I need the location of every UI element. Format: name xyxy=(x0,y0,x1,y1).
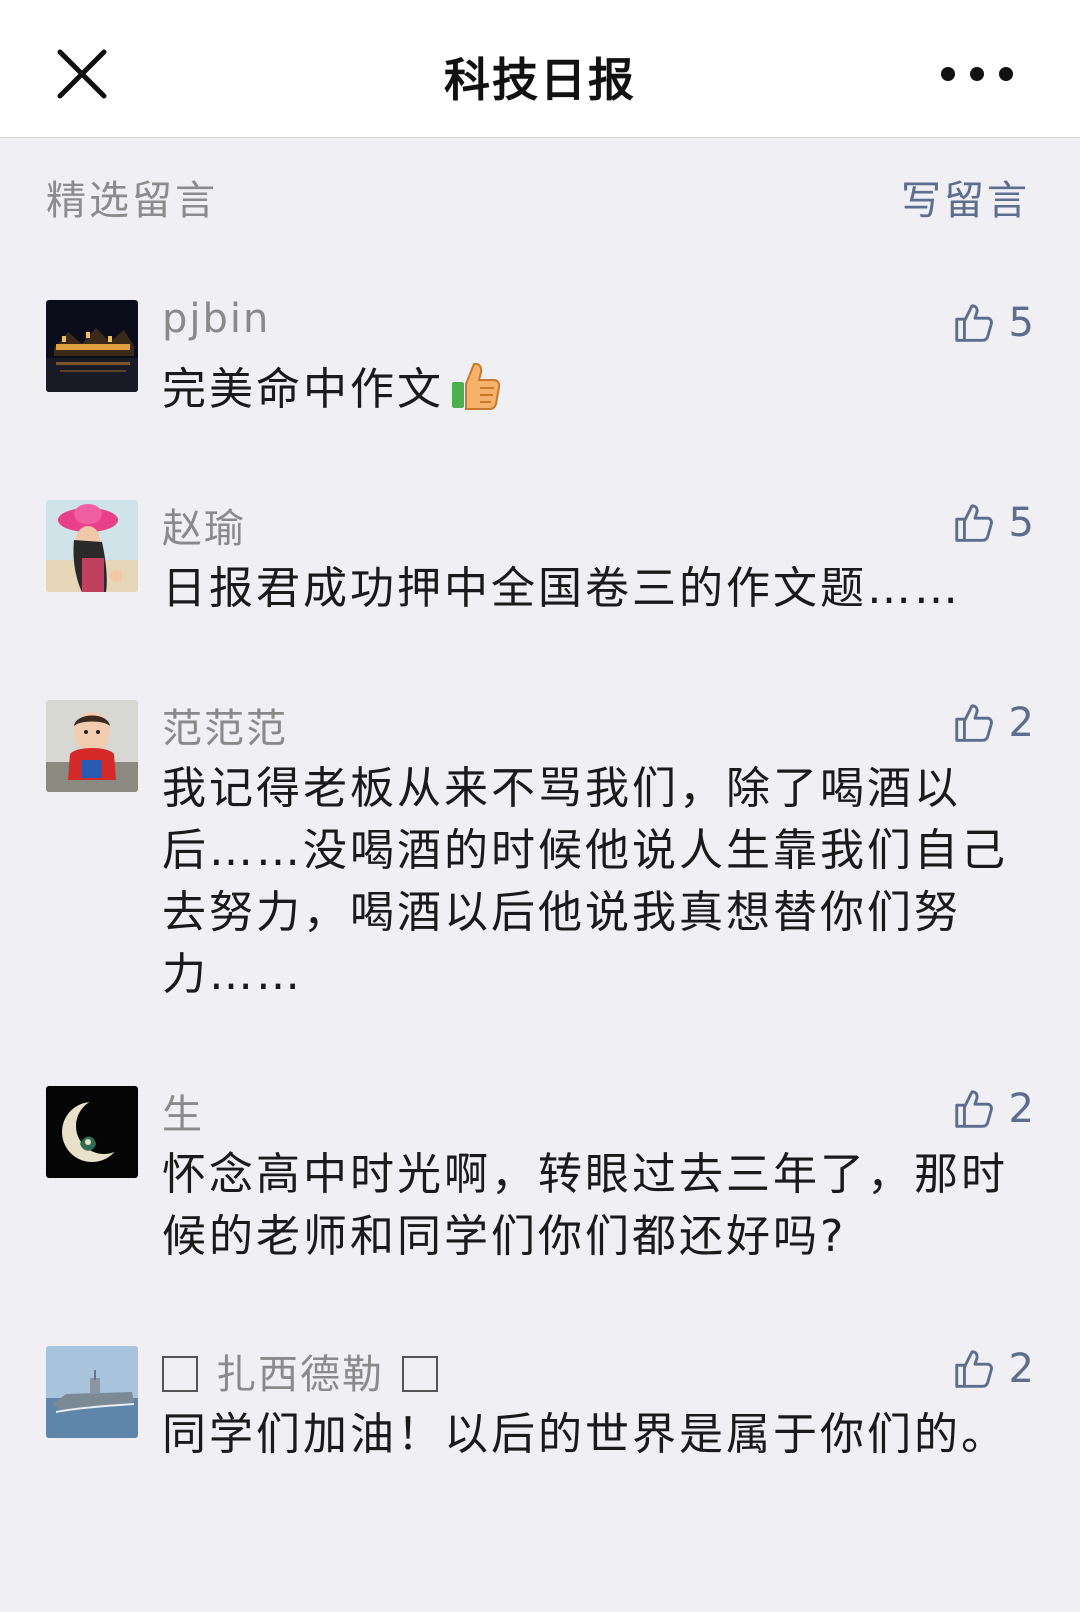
comment-content: 怀念高中时光啊，转眼过去三年了，那时候的老师和同学们你们都还好吗? xyxy=(162,1149,1008,1262)
like-button[interactable]: 2 xyxy=(951,1084,1034,1134)
thumbs-up-icon xyxy=(954,504,993,542)
comment-content: 同学们加油！以后的世界是属于你们的。 xyxy=(162,1409,1008,1460)
comment-nickname[interactable]: 赵瑜 xyxy=(162,496,246,554)
avatar[interactable] xyxy=(46,1086,138,1178)
navbar: 科技日报 xyxy=(0,0,1080,138)
missing-glyph-box xyxy=(162,1356,198,1392)
like-count: 5 xyxy=(1008,500,1034,546)
missing-glyph-box xyxy=(402,1356,438,1392)
comment-content: 我记得老板从来不骂我们，除了喝酒以后……没喝酒的时候他说人生靠我们自己去努力，喝… xyxy=(162,763,1008,1000)
like-count: 2 xyxy=(1008,1346,1034,1392)
thumbs-up-icon xyxy=(954,704,993,742)
like-count: 2 xyxy=(1008,1086,1034,1132)
comment-nickname[interactable]: 范范范 xyxy=(162,696,288,754)
thumbs-up-icon xyxy=(954,1090,993,1128)
nickname-text: 扎西德勒 xyxy=(216,1352,384,1398)
comment-nickname[interactable]: pjbin xyxy=(162,296,270,342)
section-title: 精选留言 xyxy=(46,178,218,224)
like-count: 5 xyxy=(1008,300,1034,346)
like-button[interactable]: 2 xyxy=(951,1344,1034,1394)
comment-text: 完美命中作文 xyxy=(162,364,444,415)
thumbs-up-emoji xyxy=(448,358,504,431)
like-button[interactable]: 5 xyxy=(951,498,1034,548)
page-title: 科技日报 xyxy=(444,53,636,107)
comment-nickname[interactable]: 生 xyxy=(162,1082,204,1140)
section-header: 精选留言 写留言 xyxy=(0,160,1080,224)
avatar[interactable] xyxy=(46,1346,138,1438)
like-button[interactable]: 2 xyxy=(951,698,1034,748)
avatar[interactable] xyxy=(46,700,138,792)
like-count: 2 xyxy=(1008,700,1034,746)
comment-content: 日报君成功押中全国卷三的作文题…… xyxy=(162,563,961,614)
comment-content: 完美命中作文 xyxy=(162,358,1022,431)
comment-nickname[interactable]: 扎西德勒 xyxy=(162,1342,438,1400)
avatar[interactable] xyxy=(46,300,138,392)
avatar[interactable] xyxy=(46,500,138,592)
more-dots-icon[interactable] xyxy=(932,58,1032,90)
thumbs-up-icon xyxy=(954,1350,993,1388)
write-comment-link[interactable]: 写留言 xyxy=(901,168,1030,226)
like-button[interactable]: 5 xyxy=(951,298,1034,348)
thumbs-up-icon xyxy=(954,304,993,342)
